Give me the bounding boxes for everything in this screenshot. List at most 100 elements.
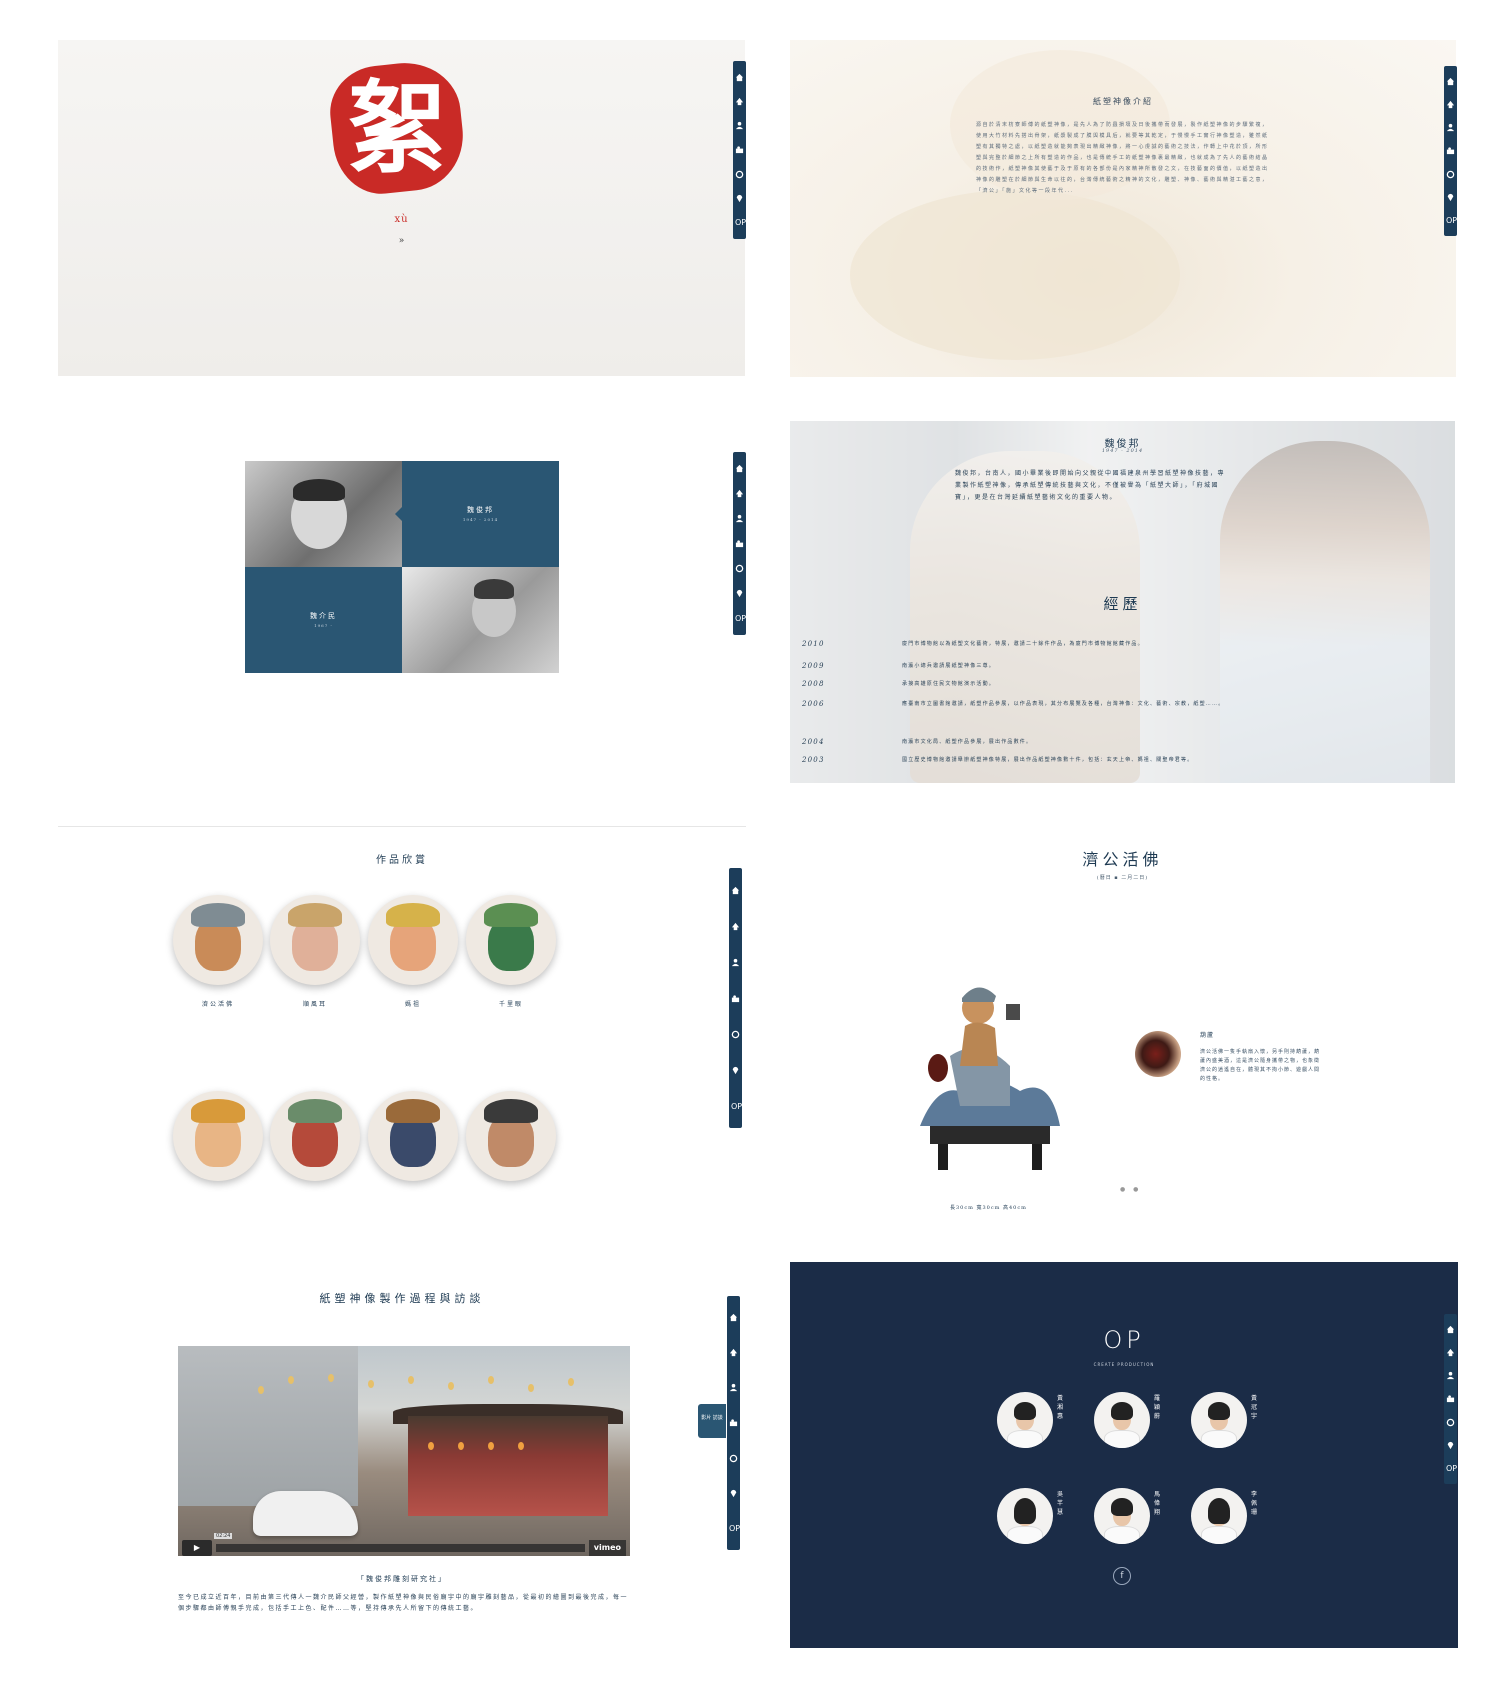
team-member[interactable]: 黃湘惠 <box>997 1392 1087 1452</box>
op-nav-icon[interactable]: OP <box>735 218 746 227</box>
person-icon[interactable] <box>735 514 744 523</box>
vimeo-logo[interactable]: vimeo <box>588 1540 626 1556</box>
works-icon[interactable] <box>1446 1394 1455 1403</box>
play-button[interactable]: ▶ <box>182 1540 212 1556</box>
person-icon[interactable] <box>731 958 740 967</box>
work-thumbnail[interactable] <box>368 1091 458 1181</box>
work-thumbnail[interactable] <box>466 1091 556 1181</box>
member-name: 黃冠宇 <box>1251 1395 1258 1420</box>
op-nav-icon[interactable]: OP <box>735 614 746 623</box>
bio-dates: 1947 - 2014 <box>1101 448 1144 454</box>
avatar <box>997 1488 1053 1544</box>
home-icon[interactable] <box>731 886 740 895</box>
interview-tab[interactable]: 影片 訪談 <box>698 1404 726 1438</box>
work-thumbnail[interactable] <box>173 1091 263 1181</box>
home-icon[interactable] <box>1446 1325 1455 1334</box>
side-nav: OP <box>733 452 746 635</box>
team-member[interactable]: 李佩珊 <box>1191 1488 1281 1548</box>
video-icon[interactable] <box>735 170 744 179</box>
intro-text-panel: 紙塑神像介紹 源自於清末枋寮師傅的紙塑神像，是先人為了防蟲損壞及日後攜帶而發展，… <box>790 40 1456 377</box>
person-icon[interactable] <box>1446 1371 1455 1380</box>
work-item[interactable]: 濟公活佛 <box>168 895 268 1008</box>
work-item[interactable]: 玄天上帝 <box>461 1091 561 1196</box>
work-item[interactable]: 關聖帝君 <box>265 1091 365 1196</box>
team-member[interactable]: 吳芊慧 <box>997 1488 1087 1548</box>
side-nav: OP <box>729 868 742 1128</box>
work-item[interactable]: 媽祖 <box>363 895 463 1008</box>
works-icon[interactable] <box>1446 146 1455 155</box>
person-icon[interactable] <box>1446 123 1455 132</box>
progress-bar[interactable]: 02:24 <box>214 1533 585 1552</box>
temple-icon[interactable] <box>1446 1348 1455 1357</box>
location-icon[interactable] <box>729 1489 738 1498</box>
seal-character: 絮 <box>347 69 447 187</box>
video-controls: ▶ 02:24 vimeo <box>182 1533 626 1556</box>
video-caption: 「魏俊邦雕刻研究社」 <box>357 1575 447 1583</box>
side-nav: OP <box>727 1296 740 1550</box>
master-photo-1[interactable] <box>245 461 402 567</box>
master-photo-2[interactable] <box>402 567 559 673</box>
home-icon[interactable] <box>1446 77 1455 86</box>
work-title: 濟公活佛 <box>1082 850 1163 869</box>
statue-image <box>920 987 1060 1170</box>
video-icon[interactable] <box>1446 170 1455 179</box>
person-icon[interactable] <box>735 121 744 130</box>
op-nav-icon[interactable]: OP <box>1446 216 1457 225</box>
side-nav: OP <box>733 61 746 239</box>
carousel-dots[interactable]: ● ● <box>1120 1186 1141 1193</box>
video-icon[interactable] <box>1446 1418 1455 1427</box>
works-icon[interactable] <box>735 539 744 548</box>
works-icon[interactable] <box>729 1418 738 1427</box>
temple-icon[interactable] <box>735 489 744 498</box>
bio-intro: 魏俊邦，台南人，國小畢業後即開始向父親從中國福建泉州學習紙塑神像技藝，專業製作紙… <box>955 470 1226 501</box>
video-icon[interactable] <box>731 1030 740 1039</box>
temple-icon[interactable] <box>1446 100 1455 109</box>
work-label: 關聖帝君 <box>265 1195 365 1196</box>
works-icon[interactable] <box>735 145 744 154</box>
op-nav-icon[interactable]: OP <box>731 1102 742 1111</box>
location-icon[interactable] <box>1446 193 1455 202</box>
temple-icon[interactable] <box>735 97 744 106</box>
temple-icon[interactable] <box>729 1348 738 1357</box>
detail-thumbnail[interactable] <box>1135 1031 1181 1077</box>
op-nav-icon[interactable]: OP <box>729 1524 740 1533</box>
location-icon[interactable] <box>1446 1441 1455 1450</box>
work-thumbnail[interactable] <box>270 1091 360 1181</box>
master-name-1: 魏俊邦 <box>467 506 494 514</box>
master-years-1: 1947 - 2014 <box>462 517 499 522</box>
video-icon[interactable] <box>735 564 744 573</box>
home-icon[interactable] <box>735 73 744 82</box>
person-icon[interactable] <box>729 1383 738 1392</box>
work-item[interactable]: 順風耳 <box>265 895 365 1008</box>
home-icon[interactable] <box>735 464 744 473</box>
work-thumbnail[interactable] <box>173 895 263 985</box>
location-icon[interactable] <box>735 194 744 203</box>
team-member[interactable]: 黃冠宇 <box>1191 1392 1281 1452</box>
biography-panel: 魏俊邦 1947 - 2014 魏俊邦，台南人，國小畢業後即開始向父親從中國福建… <box>790 421 1455 783</box>
works-gallery: 作品欣賞 濟公活佛 順風耳 媽祖 千里眼關平將軍關聖帝君周倉將軍玄天上帝 <box>58 826 746 1196</box>
home-icon[interactable] <box>729 1313 738 1322</box>
work-item[interactable]: 周倉將軍 <box>363 1091 463 1196</box>
avatar <box>1191 1488 1247 1544</box>
work-thumbnail[interactable] <box>270 895 360 985</box>
op-logo: OP <box>1103 1326 1145 1354</box>
facebook-icon[interactable]: f <box>1113 1567 1131 1585</box>
works-icon[interactable] <box>731 994 740 1003</box>
scroll-down-icon[interactable]: » <box>58 236 745 246</box>
work-thumbnail[interactable] <box>466 895 556 985</box>
location-icon[interactable] <box>731 1066 740 1075</box>
video-icon[interactable] <box>729 1454 738 1463</box>
work-label: 濟公活佛 <box>201 1001 234 1008</box>
work-thumbnail[interactable] <box>368 895 458 985</box>
work-item[interactable]: 千里眼 <box>461 895 561 1008</box>
work-item[interactable]: 關平將軍 <box>168 1091 268 1196</box>
intro-panel: 絮 xù » <box>58 40 745 376</box>
team-member[interactable]: 羅穎蔚 <box>1094 1392 1184 1452</box>
work-label: 玄天上帝 <box>461 1195 561 1196</box>
team-member[interactable]: 馬偉翔 <box>1094 1488 1184 1548</box>
location-icon[interactable] <box>735 589 744 598</box>
dimensions-label: 長30cm 寬30cm 高40cm <box>950 1205 1027 1211</box>
video-player[interactable] <box>178 1346 630 1556</box>
op-nav-icon[interactable]: OP <box>1446 1464 1457 1473</box>
temple-icon[interactable] <box>731 922 740 931</box>
